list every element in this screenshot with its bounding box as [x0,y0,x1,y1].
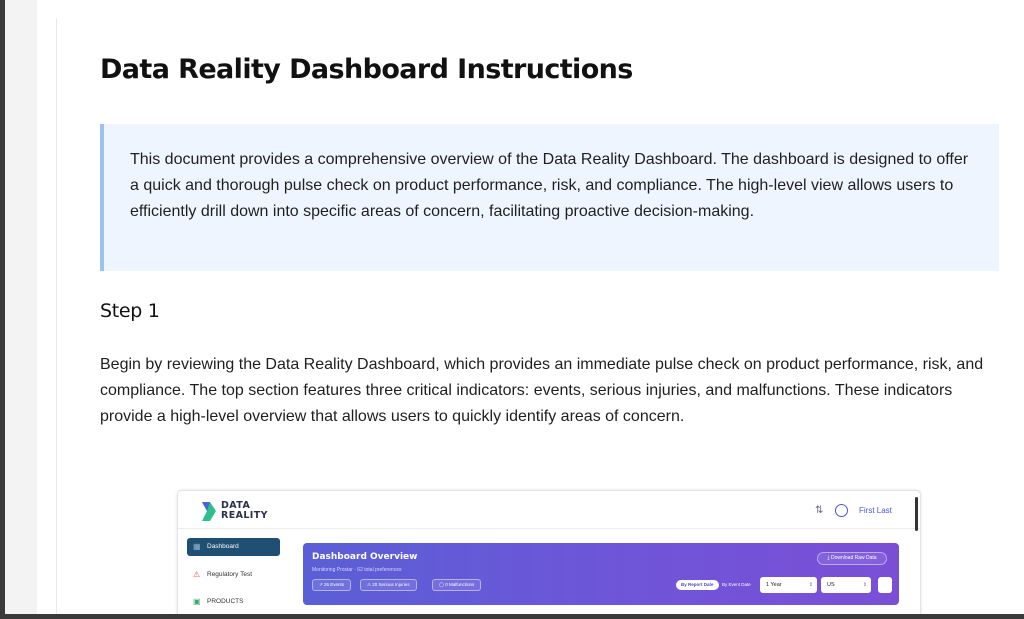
by-event-date-toggle: By Event Date [722,582,751,587]
period-value: 1 Year [766,582,782,588]
intro-text: This document provides a comprehensive o… [130,151,969,220]
updown-chevron-icon: ⇕ [808,582,813,588]
intro-callout: This document provides a comprehensive o… [100,124,999,271]
malfunctions-badge: ◯ 0 Malfunctions [432,579,482,591]
sidebar-item-label: PRODUCTS [207,598,244,605]
page-title: Data Reality Dashboard Instructions [100,54,633,85]
region-value: US [827,582,835,588]
logo-wordmark: DATA REALITY [221,501,268,520]
dashboard-overview-card: Dashboard Overview Monitoring Prostar · … [303,543,899,605]
sidebar-item-dashboard: ▦ Dashboard [187,538,280,556]
overview-subtitle: Monitoring Prostar · 62 total preference… [312,567,402,573]
sliders-icon: ⇅ [815,505,824,516]
sidebar-item-products: ▣ PRODUCTS [187,593,280,611]
left-gutter [5,0,37,614]
updown-chevron-icon: ⇕ [862,582,867,588]
grid-icon: ▦ [193,542,201,551]
screenshot-scrollbar [915,497,918,531]
period-select: 1 Year ⇕ [760,577,817,593]
by-report-date-toggle: By Report Date [676,580,719,590]
serious-injuries-badge: ⚠ 20 Serious Injuries [360,579,417,591]
sidebar-item-label: Regulatory Test [207,571,253,578]
window-frame-bottom [0,614,1024,619]
sidebar-item-regulatory-test: ⚠ Regulatory Test [187,566,280,584]
events-badge: ↗ 26 Events [312,579,352,591]
alert-icon: ⚠ [193,570,201,579]
overview-title: Dashboard Overview [312,552,418,562]
download-raw-data-button: ⤓ Download Raw Data [817,552,887,565]
user-circle-icon [835,504,848,517]
step-1-heading: Step 1 [100,300,160,322]
screenshot-header: DATA REALITY ⇅ First Last [178,491,920,529]
settings-square-button [878,577,892,593]
box-icon: ▣ [193,597,201,606]
logo-line-2: REALITY [221,509,268,521]
user-name: First Last [859,506,892,515]
dashboard-screenshot: DATA REALITY ⇅ First Last ▦ Dashboard ⚠ … [177,490,921,614]
page-edge-line [56,18,57,618]
step-1-text: Begin by reviewing the Data Reality Dash… [100,356,984,425]
sidebar-item-label: Dashboard [207,543,239,550]
data-reality-logo-icon [202,502,216,521]
region-select: US ⇕ [821,577,871,593]
